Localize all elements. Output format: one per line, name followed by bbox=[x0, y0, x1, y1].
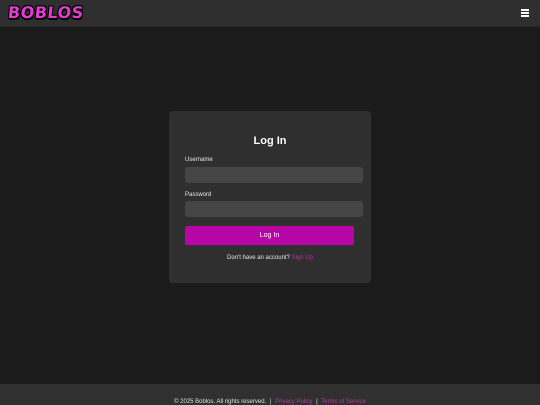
footer-text: © 2025 Boblos. All rights reserved. | Pr… bbox=[0, 399, 540, 405]
username-label: Username bbox=[185, 157, 213, 163]
password-input[interactable] bbox=[185, 201, 363, 217]
terms-of-service-link[interactable]: Terms of Service bbox=[321, 399, 366, 405]
login-title: Log In bbox=[253, 135, 287, 147]
login-card: Log In Username Password Log In Don't ha… bbox=[169, 111, 371, 283]
page: BOBLOS Log In Username Password Log In D… bbox=[0, 0, 540, 405]
signup-prompt-line: Don't have an account? Sign Up bbox=[169, 255, 371, 261]
username-input[interactable] bbox=[185, 167, 363, 183]
menu-bar-line bbox=[521, 9, 529, 11]
footer-separator: | bbox=[316, 399, 318, 405]
copyright-text: © 2025 Boblos. All rights reserved. bbox=[174, 399, 267, 405]
login-button[interactable]: Log In bbox=[185, 226, 354, 245]
footer: © 2025 Boblos. All rights reserved. | Pr… bbox=[0, 384, 540, 405]
password-label: Password bbox=[185, 192, 212, 198]
privacy-policy-link[interactable]: Privacy Policy bbox=[275, 399, 312, 405]
signup-prompt-text: Don't have an account? bbox=[227, 255, 290, 261]
menu-bar-line bbox=[521, 15, 529, 17]
signup-link[interactable]: Sign Up bbox=[292, 255, 313, 261]
top-nav-bar: BOBLOS bbox=[0, 0, 540, 27]
footer-separator: | bbox=[269, 399, 272, 405]
hamburger-menu-icon[interactable] bbox=[521, 9, 529, 17]
boblos-logo[interactable]: BOBLOS bbox=[7, 3, 85, 22]
menu-bar-line bbox=[521, 12, 529, 14]
